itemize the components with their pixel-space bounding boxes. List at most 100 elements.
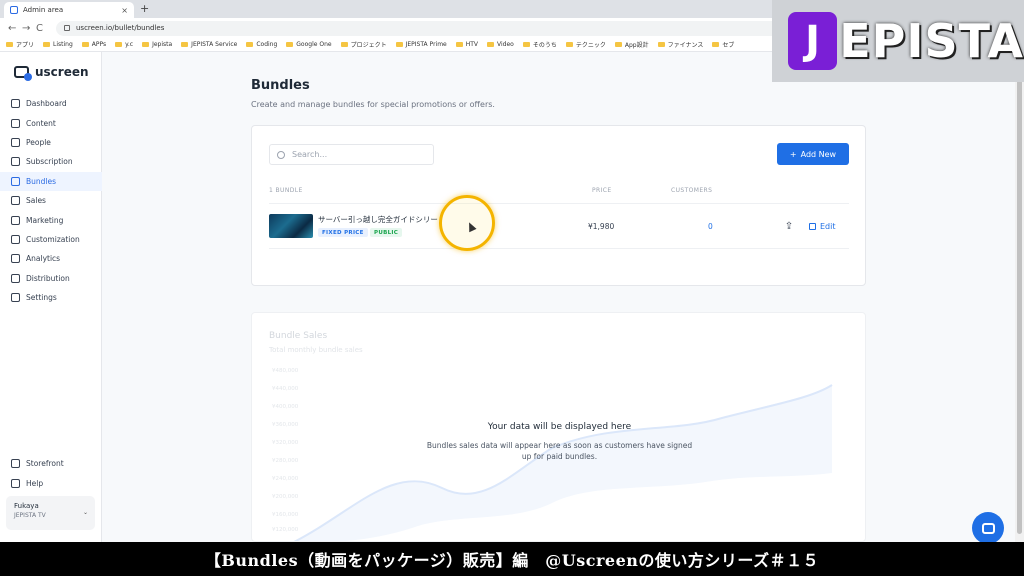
- logo-text: EPISTA: [839, 14, 1024, 68]
- sidebar-item-content[interactable]: Content: [0, 113, 102, 132]
- sales-subtitle: Total monthly bundle sales: [269, 346, 363, 354]
- price-header: PRICE: [592, 187, 612, 194]
- bookmark-item[interactable]: アプリ: [6, 40, 34, 49]
- storefront-icon: [11, 459, 20, 469]
- folder-icon: [614, 42, 622, 47]
- page-scrollbar[interactable]: [1015, 52, 1024, 542]
- bookmark-item[interactable]: APPs: [81, 41, 106, 48]
- pencil-icon: [809, 222, 816, 230]
- brand-logo[interactable]: uscreen: [14, 65, 89, 81]
- account-switcher[interactable]: Fukaya JEPISTA TV ⌄: [6, 496, 95, 530]
- y-tick-label: ¥120,000: [272, 527, 299, 533]
- cube-icon: [11, 176, 20, 186]
- bookmark-item[interactable]: Listing: [43, 41, 73, 48]
- chart-area: [295, 385, 832, 541]
- folder-icon: [455, 42, 463, 47]
- y-tick-label: ¥480,000: [272, 368, 299, 374]
- sidebar-item-people[interactable]: People: [0, 133, 102, 152]
- sidebar-item-bundles[interactable]: Bundles: [0, 171, 102, 191]
- apps-grid-icon: [6, 42, 13, 47]
- forward-button[interactable]: →: [22, 23, 36, 34]
- new-tab-button[interactable]: +: [140, 2, 149, 15]
- empty-state-title: Your data will be displayed here: [487, 422, 632, 432]
- sidebar-item-distribution[interactable]: Distribution: [0, 269, 102, 288]
- user-org: JEPISTA TV: [14, 512, 46, 519]
- folder-icon: [712, 42, 720, 47]
- bundle-name[interactable]: サーバー引っ越し完全ガイドシリー: [318, 214, 438, 225]
- url-text: uscreen.io/bullet/bundles: [76, 24, 165, 32]
- uscreen-logo-icon: [14, 66, 32, 81]
- brand-name: uscreen: [35, 65, 89, 79]
- sidebar-item-subscription[interactable]: Subscription: [0, 152, 102, 171]
- lock-icon: [64, 25, 70, 31]
- close-tab-icon[interactable]: ×: [121, 6, 128, 15]
- sidebar-item-marketing[interactable]: Marketing: [0, 210, 102, 229]
- search-box[interactable]: [269, 144, 434, 165]
- jepista-logo: J EPISTA: [772, 0, 1024, 82]
- folder-icon: [565, 42, 573, 47]
- edit-icon: [11, 234, 20, 244]
- reload-button[interactable]: C: [36, 23, 50, 34]
- edit-label: Edit: [820, 221, 836, 231]
- sidebar-item-help[interactable]: Help: [0, 473, 102, 492]
- sidebar-item-storefront[interactable]: Storefront: [0, 454, 102, 473]
- bookmark-item[interactable]: プロジェクト: [340, 40, 387, 49]
- sidebar-item-dashboard[interactable]: Dashboard: [0, 94, 102, 113]
- bookmark-item[interactable]: Coding: [246, 41, 277, 48]
- bundle-thumbnail[interactable]: [269, 214, 313, 238]
- bookmark-item[interactable]: JEPISTA Service: [181, 41, 237, 48]
- fixed-price-badge: FIXED PRICE: [318, 228, 368, 237]
- folder-icon: [142, 42, 150, 47]
- folder-icon: [395, 42, 403, 47]
- bookmark-item[interactable]: セブ: [712, 40, 734, 49]
- folder-icon: [340, 42, 348, 47]
- search-icon: [277, 150, 285, 159]
- chat-launcher-button[interactable]: [972, 512, 1004, 544]
- page-subtitle: Create and manage bundles for special pr…: [251, 100, 495, 109]
- scrollbar-thumb[interactable]: [1017, 64, 1022, 534]
- bookmark-item[interactable]: HTV: [455, 41, 478, 48]
- bookmark-item[interactable]: ファイナンス: [657, 40, 703, 49]
- bundle-sales-card: Bundle Sales Total monthly bundle sales …: [251, 312, 866, 542]
- chart-icon: [11, 254, 20, 264]
- bundle-customers[interactable]: 0: [708, 222, 713, 231]
- edit-button[interactable]: Edit: [809, 218, 836, 234]
- chevron-down-icon: ⌄: [82, 509, 88, 516]
- bookmark-item[interactable]: Video: [487, 41, 514, 48]
- address-bar[interactable]: uscreen.io/bullet/bundles: [56, 20, 796, 36]
- sidebar-item-analytics[interactable]: Analytics: [0, 249, 102, 268]
- bookmark-item[interactable]: テクニック: [565, 40, 606, 49]
- share-icon[interactable]: ⇪: [781, 218, 797, 234]
- sidebar-nav: Dashboard Content People Subscription Bu…: [0, 94, 102, 307]
- folder-icon: [286, 42, 294, 47]
- bookmark-item[interactable]: Google One: [286, 41, 332, 48]
- bundle-price: ¥1,980: [588, 222, 615, 231]
- folder-icon: [11, 118, 20, 128]
- video-caption: 【Bundles（動画をパッケージ）販売】編 @Uscreenの使い方シリーズ＃…: [0, 542, 1024, 576]
- y-tick-label: ¥320,000: [272, 440, 299, 446]
- sidebar-item-sales[interactable]: Sales: [0, 191, 102, 210]
- help-icon: [11, 478, 20, 488]
- bookmark-item[interactable]: JEPISTA Prime: [395, 41, 447, 48]
- tab-title: Admin area: [23, 6, 64, 14]
- add-new-button[interactable]: + Add New: [777, 143, 849, 165]
- y-tick-label: ¥280,000: [272, 458, 299, 464]
- logo-badge: J: [788, 12, 838, 70]
- sidebar-item-settings[interactable]: Settings: [0, 288, 102, 307]
- add-new-label: Add New: [800, 149, 837, 159]
- bookmark-item[interactable]: App設計: [614, 40, 649, 49]
- browser-tab[interactable]: Admin area ×: [4, 2, 134, 18]
- distribution-icon: [11, 273, 20, 283]
- sidebar: uscreen Dashboard Content People Subscri…: [0, 52, 102, 542]
- bookmark-item[interactable]: そのうち: [522, 40, 557, 49]
- gear-icon: [11, 293, 20, 303]
- bookmark-item[interactable]: y.c: [115, 41, 133, 48]
- sidebar-bottom-nav: Storefront Help: [0, 454, 102, 493]
- search-input[interactable]: [292, 150, 422, 159]
- folder-icon: [81, 42, 89, 47]
- folder-icon: [522, 42, 530, 47]
- back-button[interactable]: ←: [8, 23, 22, 34]
- bookmark-item[interactable]: Jepista: [142, 41, 172, 48]
- folder-icon: [246, 42, 254, 47]
- sidebar-item-customization[interactable]: Customization: [0, 230, 102, 249]
